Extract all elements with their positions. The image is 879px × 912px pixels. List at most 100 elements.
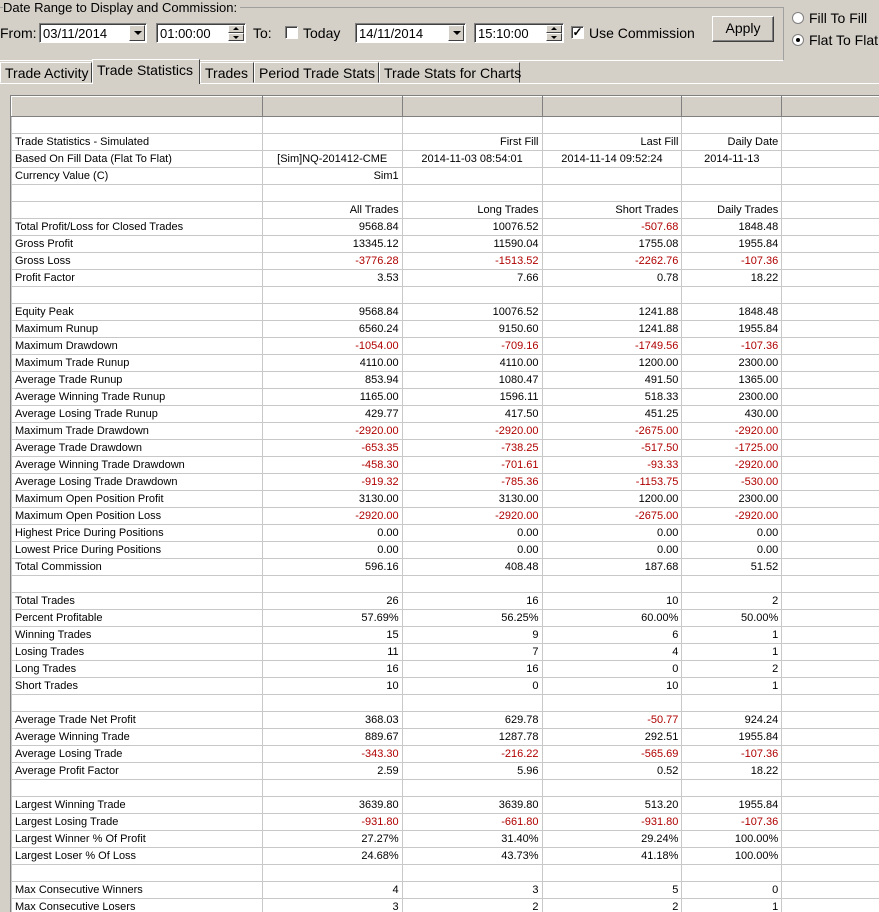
stat-label: Gross Loss xyxy=(12,253,263,270)
table-row: Average Losing Trade Runup429.77417.5045… xyxy=(12,406,879,423)
to-date-dropdown-icon[interactable] xyxy=(448,25,464,41)
stat-value: 0.00 xyxy=(262,525,402,542)
table-row: Average Trade Runup853.941080.47491.5013… xyxy=(12,372,879,389)
stat-value: 50.00% xyxy=(682,610,782,627)
stat-label: Average Losing Trade Runup xyxy=(12,406,263,423)
from-date-picker[interactable]: 03/11/2014 xyxy=(39,23,147,43)
stat-value: 9150.60 xyxy=(402,321,542,338)
table-row: Percent Profitable57.69%56.25%60.00%50.0… xyxy=(12,610,879,627)
stat-value: 292.51 xyxy=(542,729,682,746)
stat-value: 1955.84 xyxy=(682,236,782,253)
table-row: Largest Winning Trade3639.803639.80513.2… xyxy=(12,797,879,814)
stat-value: Last Fill xyxy=(542,134,682,151)
table-row: Total Trades2616102 xyxy=(12,593,879,610)
stat-label: Gross Profit xyxy=(12,236,263,253)
from-time-spin-icon[interactable] xyxy=(228,25,244,41)
table-row: Average Losing Trade-343.30-216.22-565.6… xyxy=(12,746,879,763)
tab-trades[interactable]: Trades xyxy=(200,62,254,83)
stat-value xyxy=(262,576,402,593)
stat-value: -2920.00 xyxy=(682,457,782,474)
empty-cell xyxy=(782,423,879,440)
column-header[interactable] xyxy=(542,97,682,117)
column-header[interactable] xyxy=(402,97,542,117)
today-label: Today xyxy=(303,25,340,41)
empty-cell xyxy=(782,321,879,338)
from-date-value: 03/11/2014 xyxy=(43,26,107,41)
table-row: Maximum Trade Runup4110.004110.001200.00… xyxy=(12,355,879,372)
use-commission-checkbox[interactable]: ✓ xyxy=(571,26,584,39)
table-row: Maximum Drawdown-1054.00-709.16-1749.56-… xyxy=(12,338,879,355)
stat-value: First Fill xyxy=(402,134,542,151)
stat-label: Average Winning Trade xyxy=(12,729,263,746)
stat-label: Maximum Open Position Profit xyxy=(12,491,263,508)
stat-value: 408.48 xyxy=(402,559,542,576)
table-row: Profit Factor3.537.660.7818.22 xyxy=(12,270,879,287)
stat-value xyxy=(542,780,682,797)
stat-label xyxy=(12,780,263,797)
to-time-spinner[interactable]: 15:10:00 xyxy=(474,23,564,43)
stat-value: 1 xyxy=(682,627,782,644)
from-date-dropdown-icon[interactable] xyxy=(129,25,145,41)
stat-value: Daily Trades xyxy=(682,202,782,219)
column-header[interactable] xyxy=(682,97,782,117)
stat-value xyxy=(262,695,402,712)
empty-cell xyxy=(782,406,879,423)
table-row: Based On Fill Data (Flat To Flat)[Sim]NQ… xyxy=(12,151,879,168)
stat-label: Percent Profitable xyxy=(12,610,263,627)
to-time-spin-icon[interactable] xyxy=(546,25,562,41)
column-header[interactable] xyxy=(12,97,263,117)
from-time-spinner[interactable]: 01:00:00 xyxy=(156,23,246,43)
table-row: Gross Loss-3776.28-1513.52-2262.76-107.3… xyxy=(12,253,879,270)
flat-to-flat-radio[interactable] xyxy=(792,34,804,46)
empty-cell xyxy=(782,355,879,372)
stat-value: 368.03 xyxy=(262,712,402,729)
empty-cell xyxy=(782,440,879,457)
table-row: Maximum Open Position Loss-2920.00-2920.… xyxy=(12,508,879,525)
empty-cell xyxy=(782,185,879,202)
stat-value: 1755.08 xyxy=(542,236,682,253)
stat-label xyxy=(12,865,263,882)
to-date-picker[interactable]: 14/11/2014 xyxy=(355,23,466,43)
apply-button[interactable]: Apply xyxy=(712,16,774,42)
stat-value: 6560.24 xyxy=(262,321,402,338)
stat-value: 187.68 xyxy=(542,559,682,576)
stat-value: -107.36 xyxy=(682,338,782,355)
table-row: Currency Value (C)Sim1 xyxy=(12,168,879,185)
tab-trade-statistics[interactable]: Trade Statistics xyxy=(92,59,200,84)
fill-to-fill-radio[interactable] xyxy=(792,12,804,24)
stat-value: 853.94 xyxy=(262,372,402,389)
table-row: Largest Loser % Of Loss24.68%43.73%41.18… xyxy=(12,848,879,865)
empty-cell xyxy=(782,576,879,593)
stat-value: -931.80 xyxy=(262,814,402,831)
today-checkbox[interactable] xyxy=(285,26,298,39)
empty-cell xyxy=(782,219,879,236)
stat-value: 3130.00 xyxy=(262,491,402,508)
empty-cell xyxy=(782,236,879,253)
stat-value xyxy=(402,695,542,712)
stat-value: 9568.84 xyxy=(262,304,402,321)
stat-value: 0 xyxy=(542,661,682,678)
stat-value: 10 xyxy=(542,678,682,695)
statistics-grid[interactable]: Trade Statistics - SimulatedFirst FillLa… xyxy=(10,95,879,912)
stat-label: Equity Peak xyxy=(12,304,263,321)
stat-value: -738.25 xyxy=(402,440,542,457)
stat-value: 3 xyxy=(402,882,542,899)
column-header[interactable] xyxy=(262,97,402,117)
column-header[interactable] xyxy=(782,97,879,117)
use-commission-label: Use Commission xyxy=(589,25,695,41)
stat-value: 11590.04 xyxy=(402,236,542,253)
stat-value: -530.00 xyxy=(682,474,782,491)
stat-value: 3.53 xyxy=(262,270,402,287)
stat-value: 15 xyxy=(262,627,402,644)
table-row: All TradesLong TradesShort TradesDaily T… xyxy=(12,202,879,219)
tab-period-trade-stats[interactable]: Period Trade Stats xyxy=(254,62,379,83)
stat-value: -1749.56 xyxy=(542,338,682,355)
trade-statistics-panel: Trade Statistics - SimulatedFirst FillLa… xyxy=(0,83,879,910)
stat-value: -107.36 xyxy=(682,814,782,831)
stat-value: 4110.00 xyxy=(262,355,402,372)
tab-trade-stats-for-charts[interactable]: Trade Stats for Charts xyxy=(379,62,520,83)
stat-value xyxy=(262,134,402,151)
table-row xyxy=(12,576,879,593)
tab-trade-activity[interactable]: Trade Activity xyxy=(0,62,92,83)
to-date-value: 14/11/2014 xyxy=(359,26,423,41)
